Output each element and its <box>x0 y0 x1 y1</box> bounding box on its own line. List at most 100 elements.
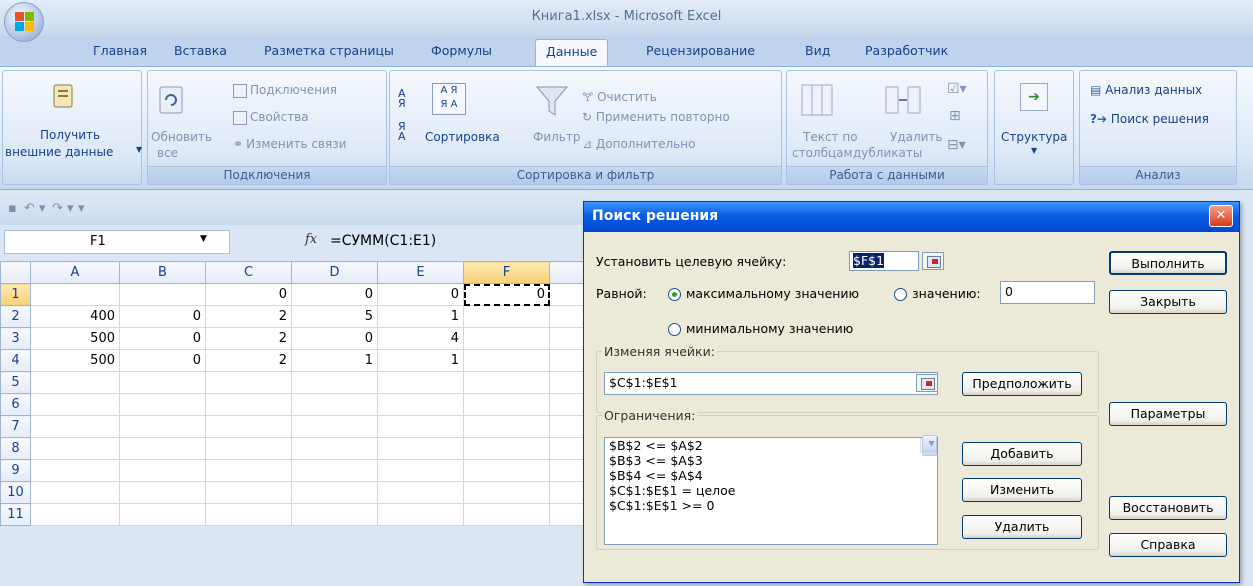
refresh-all-line1[interactable]: Обновить <box>151 130 212 144</box>
cell[interactable] <box>377 393 464 416</box>
cell[interactable] <box>119 503 206 526</box>
select-all-corner[interactable] <box>0 261 31 284</box>
outline-button[interactable]: Структура <box>1001 130 1067 144</box>
cell[interactable]: 1 <box>377 349 464 372</box>
cell[interactable]: 500 <box>30 349 120 372</box>
cell[interactable] <box>205 459 292 482</box>
tab-insert[interactable]: Вставка <box>174 43 227 58</box>
customize-qat-icon[interactable]: ▾ <box>78 201 85 216</box>
row-header[interactable]: 2 <box>0 305 31 328</box>
cell[interactable]: 0 <box>205 283 292 306</box>
remove-dup-line2[interactable]: дубликаты <box>853 146 922 160</box>
remove-dup-line1[interactable]: Удалить <box>890 130 943 144</box>
row-header[interactable]: 5 <box>0 371 31 394</box>
cell[interactable] <box>463 393 550 416</box>
value-radio-label[interactable]: значению: <box>912 286 981 301</box>
chevron-down-icon[interactable]: ▼ <box>136 145 142 154</box>
cell[interactable]: 0 <box>463 283 550 306</box>
reset-button[interactable]: Восстановить <box>1109 496 1227 520</box>
tab-page-layout[interactable]: Разметка страницы <box>264 43 394 58</box>
cell[interactable]: 500 <box>30 327 120 350</box>
tab-data[interactable]: Данные <box>535 39 609 67</box>
properties-button[interactable]: Свойства <box>233 110 309 125</box>
fx-icon[interactable]: fx <box>305 232 317 247</box>
cell[interactable]: 400 <box>30 305 120 328</box>
constraints-scrollbar[interactable]: ▲ ▼ <box>920 435 937 456</box>
what-if-icon[interactable]: ⊟▾ <box>947 137 966 153</box>
cell[interactable] <box>377 481 464 504</box>
help-button[interactable]: Справка <box>1109 533 1227 557</box>
cell[interactable]: 0 <box>119 349 206 372</box>
cell[interactable] <box>205 481 292 504</box>
delete-button[interactable]: Удалить <box>962 515 1082 539</box>
value-input[interactable]: 0 <box>1000 281 1095 304</box>
cell[interactable] <box>291 459 378 482</box>
cell[interactable] <box>377 415 464 438</box>
max-radio[interactable] <box>668 288 681 301</box>
cell[interactable] <box>30 283 120 306</box>
filter-button[interactable]: Фильтр <box>533 130 580 144</box>
clear-button[interactable]: 🝖 Очистить <box>582 83 657 108</box>
value-radio[interactable] <box>894 288 907 301</box>
solver-button[interactable]: ?➔ Поиск решения <box>1090 112 1209 126</box>
cell[interactable]: 1 <box>291 349 378 372</box>
column-header[interactable]: F <box>463 261 550 284</box>
redo-icon[interactable]: ↷ ▾ <box>52 201 74 216</box>
cell[interactable] <box>463 349 550 372</box>
sort-za-icon[interactable]: ЯА <box>398 121 406 142</box>
row-header[interactable]: 10 <box>0 481 31 504</box>
tab-view[interactable]: Вид <box>805 43 830 58</box>
cell[interactable] <box>377 437 464 460</box>
cell[interactable]: 0 <box>377 283 464 306</box>
get-external-line2[interactable]: внешние данные <box>5 145 113 159</box>
text-to-columns-line2[interactable]: столбцам <box>792 146 853 160</box>
reapply-button[interactable]: ↻ Применить повторно <box>582 110 730 124</box>
tab-review[interactable]: Рецензирование <box>646 43 755 58</box>
cell[interactable]: 5 <box>291 305 378 328</box>
cell[interactable] <box>119 437 206 460</box>
tab-home[interactable]: Главная <box>93 43 147 58</box>
min-radio[interactable] <box>668 323 681 336</box>
cell[interactable] <box>205 415 292 438</box>
changing-cells-input[interactable]: $C$1:$E$1 <box>604 372 938 395</box>
cell[interactable] <box>30 393 120 416</box>
name-box[interactable]: F1 <box>4 230 230 254</box>
cell[interactable] <box>205 393 292 416</box>
save-icon[interactable]: ▪ <box>8 201 17 216</box>
column-header[interactable]: D <box>291 261 378 284</box>
cell[interactable]: 2 <box>205 305 292 328</box>
chevron-down-icon[interactable]: ▼ <box>1031 146 1037 155</box>
constraints-list[interactable]: $B$2 <= $A$2 $B$3 <= $A$3 $B$4 <= $A$4 $… <box>604 435 938 545</box>
cell[interactable] <box>463 305 550 328</box>
constraint-item[interactable]: $C$1:$E$1 >= 0 <box>605 498 937 513</box>
cell[interactable] <box>205 437 292 460</box>
change-button[interactable]: Изменить <box>962 478 1082 502</box>
max-radio-label[interactable]: максимальному значению <box>686 286 859 301</box>
constraint-item[interactable]: $B$2 <= $A$2 <box>605 438 937 453</box>
cell[interactable] <box>119 371 206 394</box>
column-header[interactable]: A <box>30 261 120 284</box>
cell[interactable] <box>463 481 550 504</box>
sort-button[interactable]: Сортировка <box>425 130 500 144</box>
refresh-all-line2[interactable]: все <box>157 146 178 160</box>
cell[interactable] <box>119 415 206 438</box>
close-button[interactable]: Закрыть <box>1109 290 1227 314</box>
cell[interactable] <box>463 415 550 438</box>
add-button[interactable]: Добавить <box>962 442 1082 466</box>
cell[interactable] <box>463 327 550 350</box>
get-external-line1[interactable]: Получить <box>40 128 100 142</box>
cell[interactable] <box>291 437 378 460</box>
column-header[interactable]: E <box>377 261 464 284</box>
formula-input[interactable]: =СУММ(C1:E1) <box>330 233 436 249</box>
cell[interactable]: 4 <box>377 327 464 350</box>
undo-icon[interactable]: ↶ ▾ <box>24 201 46 216</box>
row-header[interactable]: 4 <box>0 349 31 372</box>
solve-button[interactable]: Выполнить <box>1109 251 1227 275</box>
cell[interactable]: 0 <box>291 327 378 350</box>
target-cell-field[interactable]: $F$1 <box>849 251 919 271</box>
cell[interactable] <box>119 481 206 504</box>
row-header[interactable]: 1 <box>0 283 31 306</box>
data-analysis-button[interactable]: ▤ Анализ данных <box>1090 83 1202 97</box>
cell[interactable] <box>377 459 464 482</box>
close-icon[interactable]: ✕ <box>1209 205 1233 227</box>
